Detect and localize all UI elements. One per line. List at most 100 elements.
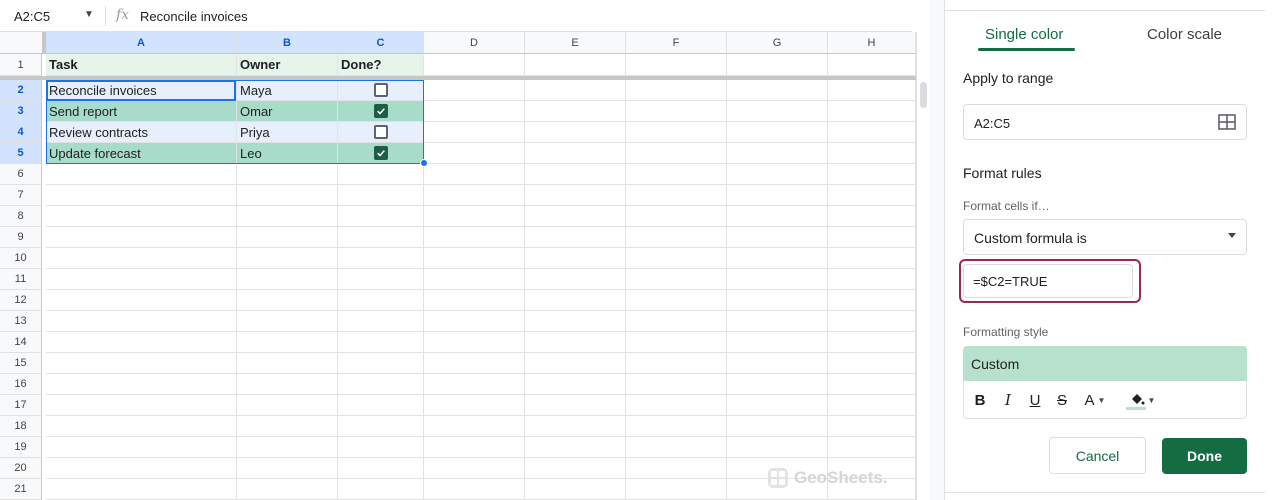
empty-cell[interactable] [46, 269, 237, 290]
empty-cell[interactable] [828, 206, 916, 227]
column-header[interactable]: D [424, 32, 525, 54]
empty-cell[interactable] [525, 437, 626, 458]
empty-cell[interactable] [237, 416, 338, 437]
row-header[interactable]: 9 [0, 227, 42, 248]
row-header[interactable]: 7 [0, 185, 42, 206]
empty-cell[interactable] [46, 416, 237, 437]
empty-cell[interactable] [525, 101, 626, 122]
empty-cell[interactable] [525, 164, 626, 185]
underline-button[interactable]: U [1025, 390, 1045, 410]
empty-cell[interactable] [626, 122, 727, 143]
empty-cell[interactable] [525, 248, 626, 269]
row-header[interactable]: 21 [0, 479, 42, 500]
empty-cell[interactable] [727, 227, 828, 248]
task-cell[interactable]: Review contracts [46, 122, 237, 143]
fill-handle[interactable] [420, 159, 428, 167]
empty-cell[interactable] [626, 311, 727, 332]
empty-cell[interactable] [727, 122, 828, 143]
chevron-down-icon[interactable]: ▼ [84, 9, 94, 20]
empty-cell[interactable] [525, 311, 626, 332]
row-header[interactable]: 1 [0, 54, 42, 76]
empty-cell[interactable] [46, 290, 237, 311]
checkbox-unchecked[interactable] [373, 125, 388, 139]
empty-cell[interactable] [626, 332, 727, 353]
empty-cell[interactable] [828, 143, 916, 164]
empty-cell[interactable] [424, 479, 525, 500]
empty-cell[interactable] [727, 164, 828, 185]
empty-cell[interactable] [46, 206, 237, 227]
empty-cell[interactable] [424, 395, 525, 416]
empty-cell[interactable] [237, 206, 338, 227]
task-cell[interactable]: Send report [46, 101, 237, 122]
empty-cell[interactable] [626, 227, 727, 248]
empty-cell[interactable] [237, 374, 338, 395]
empty-cell[interactable] [237, 269, 338, 290]
empty-cell[interactable] [727, 353, 828, 374]
row-header[interactable]: 4 [0, 122, 42, 143]
header-cell[interactable]: Owner [237, 54, 338, 76]
empty-cell[interactable] [46, 311, 237, 332]
custom-formula-input[interactable]: =$C2=TRUE [963, 264, 1133, 298]
empty-cell[interactable] [338, 206, 424, 227]
empty-cell[interactable] [424, 416, 525, 437]
empty-cell[interactable] [828, 311, 916, 332]
empty-cell[interactable] [828, 353, 916, 374]
empty-cell[interactable] [626, 395, 727, 416]
task-cell[interactable]: Update forecast [46, 143, 237, 164]
empty-cell[interactable] [727, 437, 828, 458]
empty-cell[interactable] [525, 416, 626, 437]
owner-cell[interactable]: Maya [237, 80, 338, 101]
empty-cell[interactable] [727, 311, 828, 332]
empty-cell[interactable] [424, 374, 525, 395]
empty-cell[interactable] [424, 54, 525, 76]
empty-cell[interactable] [237, 395, 338, 416]
owner-cell[interactable]: Priya [237, 122, 338, 143]
empty-cell[interactable] [626, 80, 727, 101]
empty-cell[interactable] [626, 437, 727, 458]
empty-cell[interactable] [525, 269, 626, 290]
empty-cell[interactable] [525, 479, 626, 500]
checkbox-checked[interactable] [373, 104, 388, 118]
empty-cell[interactable] [525, 290, 626, 311]
scrollbar-thumb[interactable] [920, 82, 927, 108]
empty-cell[interactable] [626, 353, 727, 374]
italic-button[interactable]: I [998, 390, 1018, 410]
empty-cell[interactable] [828, 164, 916, 185]
empty-cell[interactable] [424, 290, 525, 311]
empty-cell[interactable] [338, 479, 424, 500]
row-header[interactable]: 20 [0, 458, 42, 479]
empty-cell[interactable] [46, 332, 237, 353]
empty-cell[interactable] [424, 185, 525, 206]
column-header[interactable]: G [727, 32, 828, 54]
empty-cell[interactable] [237, 332, 338, 353]
empty-cell[interactable] [828, 395, 916, 416]
empty-cell[interactable] [828, 374, 916, 395]
empty-cell[interactable] [626, 248, 727, 269]
empty-cell[interactable] [727, 416, 828, 437]
empty-cell[interactable] [727, 374, 828, 395]
empty-cell[interactable] [338, 395, 424, 416]
empty-cell[interactable] [626, 101, 727, 122]
empty-cell[interactable] [424, 269, 525, 290]
column-header[interactable]: E [525, 32, 626, 54]
empty-cell[interactable] [237, 311, 338, 332]
empty-cell[interactable] [828, 122, 916, 143]
select-all-corner[interactable] [0, 32, 46, 54]
row-header[interactable]: 13 [0, 311, 42, 332]
empty-cell[interactable] [727, 248, 828, 269]
row-header[interactable]: 10 [0, 248, 42, 269]
row-header[interactable]: 19 [0, 437, 42, 458]
row-header[interactable]: 11 [0, 269, 42, 290]
header-cell[interactable]: Done? [338, 54, 424, 76]
empty-cell[interactable] [828, 185, 916, 206]
empty-cell[interactable] [525, 122, 626, 143]
row-header[interactable]: 5 [0, 143, 42, 164]
empty-cell[interactable] [525, 353, 626, 374]
empty-cell[interactable] [46, 374, 237, 395]
empty-cell[interactable] [727, 290, 828, 311]
empty-cell[interactable] [424, 143, 525, 164]
empty-cell[interactable] [727, 80, 828, 101]
row-header[interactable]: 2 [0, 80, 42, 101]
row-header[interactable]: 15 [0, 353, 42, 374]
empty-cell[interactable] [727, 54, 828, 76]
